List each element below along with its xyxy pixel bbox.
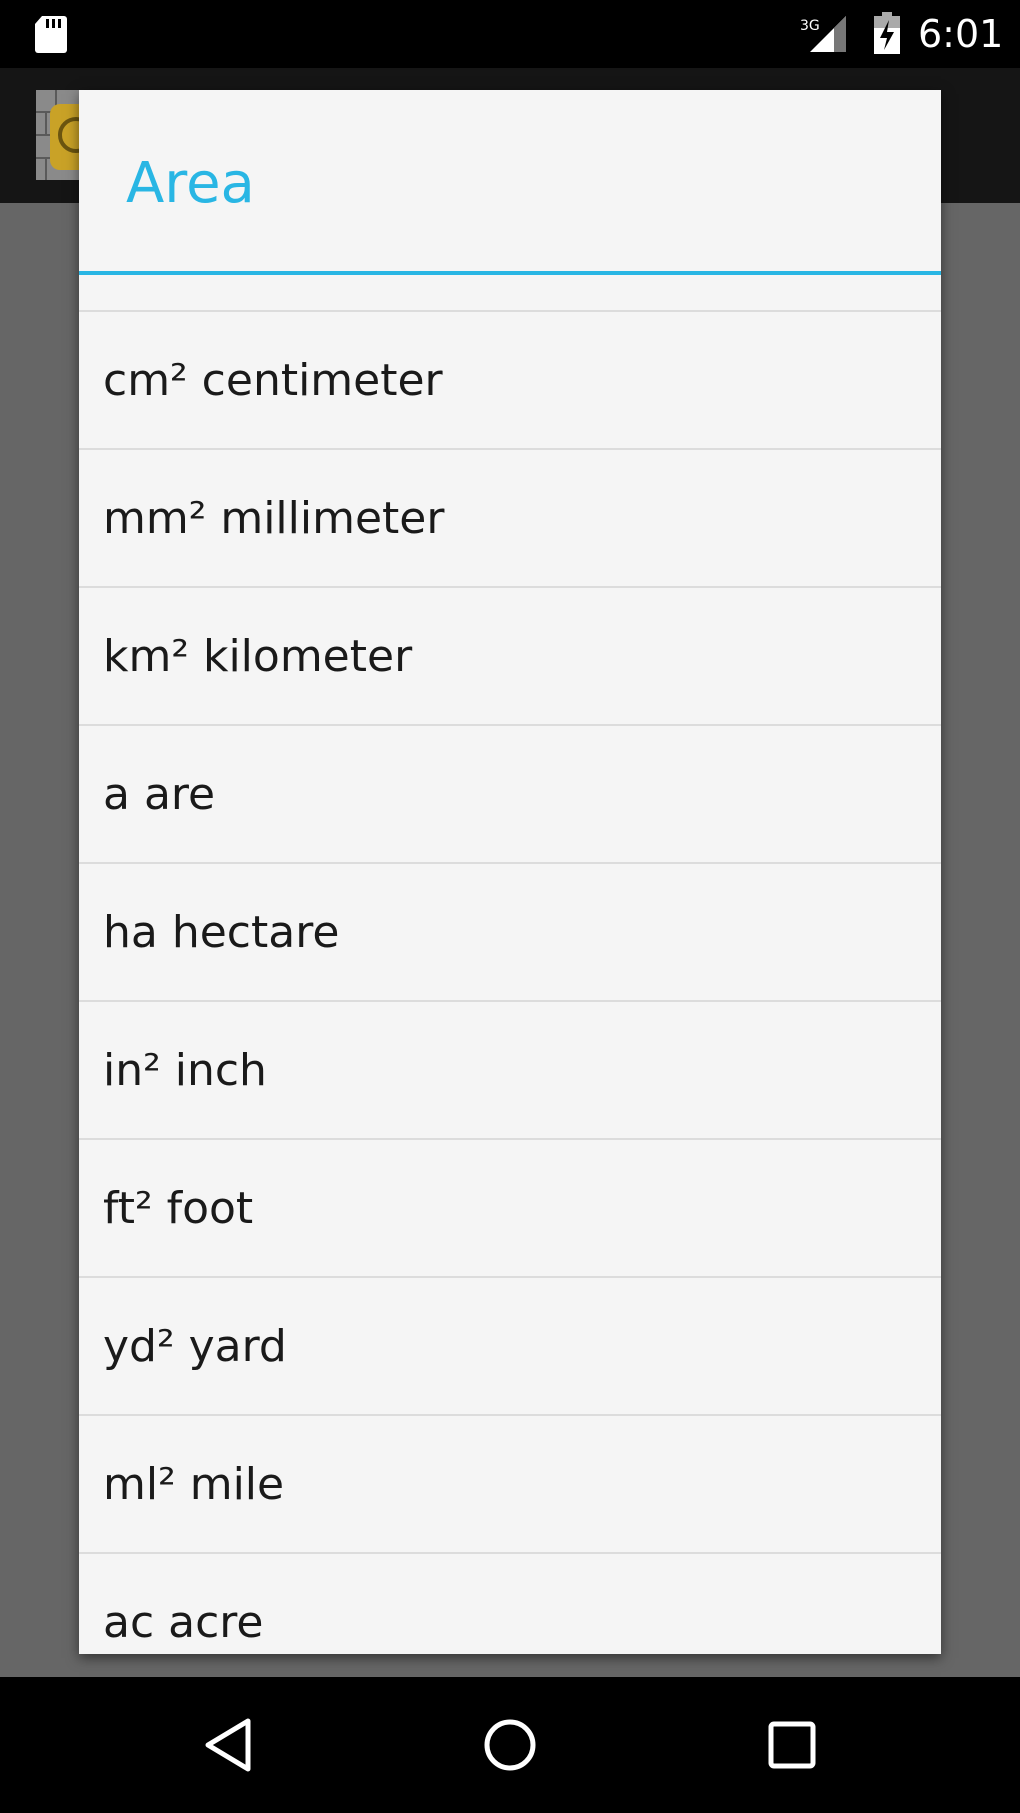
- list-item-label: in² inch: [103, 1044, 267, 1096]
- sd-card-icon: [35, 16, 67, 53]
- unit-picker-dialog: Area cm² centimeter mm² millimeter km² k…: [79, 90, 941, 1654]
- list-item-label: ft² foot: [103, 1182, 254, 1234]
- list-item-label: yd² yard: [103, 1320, 287, 1372]
- home-icon: [484, 1719, 536, 1771]
- list-item-label: mm² millimeter: [103, 492, 445, 544]
- screen: 3G 6:01 Area cm² centimeter mm² millimet…: [0, 0, 1020, 1813]
- list-item[interactable]: ft² foot: [79, 1140, 941, 1278]
- signal-3g-icon: 3G: [800, 16, 846, 52]
- status-clock: 6:01: [918, 12, 1004, 56]
- list-item-label: km² kilometer: [103, 630, 413, 682]
- list-item-partial[interactable]: [79, 275, 941, 312]
- unit-list[interactable]: cm² centimeter mm² millimeter km² kilome…: [79, 275, 941, 1654]
- list-item[interactable]: mm² millimeter: [79, 450, 941, 588]
- list-item-label: a are: [103, 768, 216, 820]
- dialog-header: Area: [79, 90, 941, 273]
- status-bar: 3G 6:01: [0, 0, 1020, 68]
- back-icon: [205, 1718, 251, 1772]
- svg-text:3G: 3G: [800, 18, 820, 34]
- list-item-label: ml² mile: [103, 1458, 285, 1510]
- back-button[interactable]: [190, 1707, 266, 1783]
- recents-icon: [768, 1721, 816, 1769]
- list-item-label: ac acre: [103, 1596, 264, 1648]
- dialog-title: Area: [126, 151, 255, 216]
- battery-charging-icon: [874, 12, 900, 54]
- list-item[interactable]: ml² mile: [79, 1416, 941, 1554]
- list-item[interactable]: cm² centimeter: [79, 312, 941, 450]
- list-item[interactable]: in² inch: [79, 1002, 941, 1140]
- home-button[interactable]: [472, 1707, 548, 1783]
- list-item[interactable]: yd² yard: [79, 1278, 941, 1416]
- list-item[interactable]: a are: [79, 726, 941, 864]
- list-item[interactable]: ac acre: [79, 1554, 941, 1654]
- list-item-label: cm² centimeter: [103, 354, 443, 406]
- list-item[interactable]: km² kilometer: [79, 588, 941, 726]
- navigation-bar: [0, 1677, 1020, 1813]
- list-item[interactable]: ha hectare: [79, 864, 941, 1002]
- list-item-label: ha hectare: [103, 906, 340, 958]
- recents-button[interactable]: [754, 1707, 830, 1783]
